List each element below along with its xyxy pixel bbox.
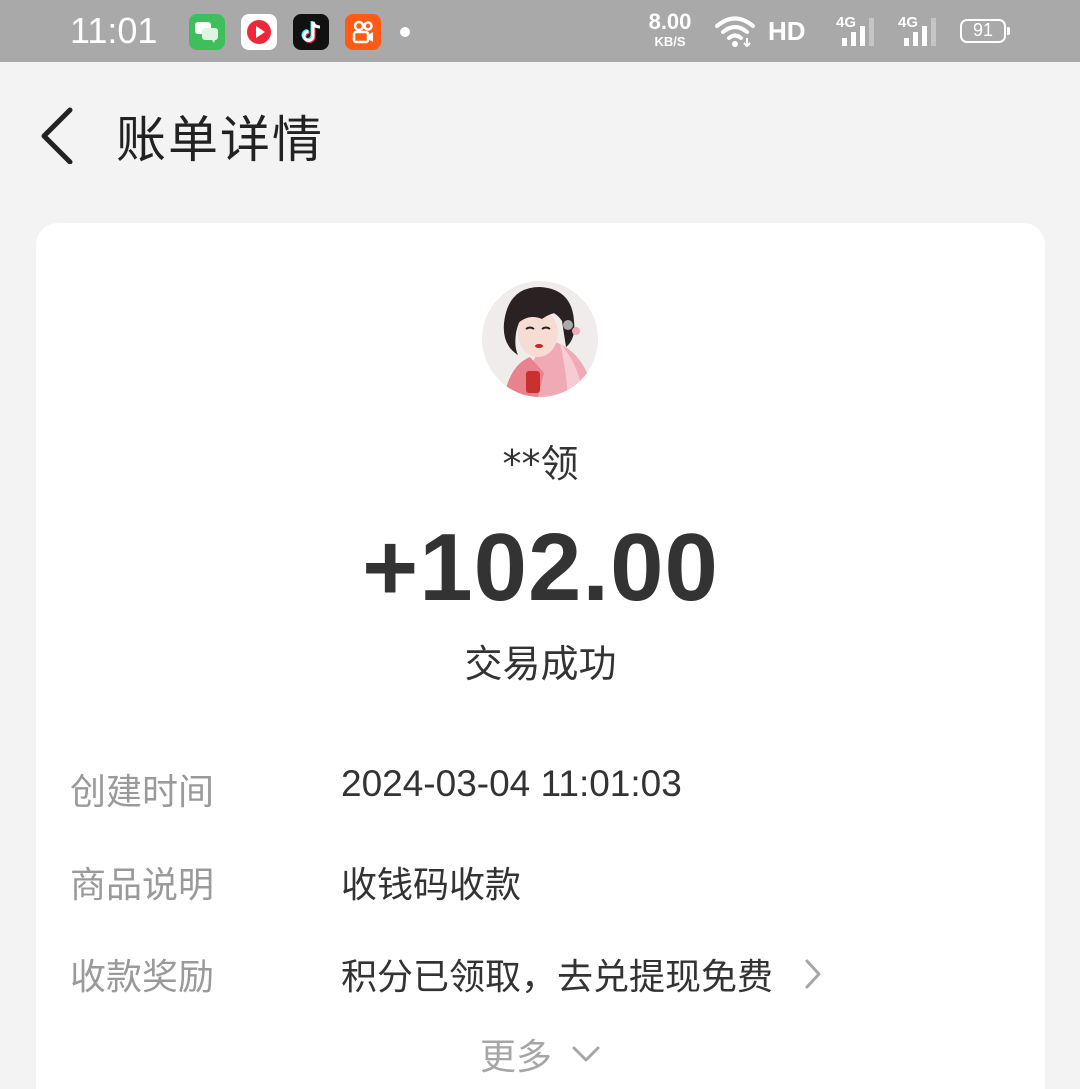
wifi-icon [715,16,755,48]
more-button[interactable]: 更多 [36,1028,1045,1080]
chevron-left-icon [41,107,73,165]
messages-app-icon [189,14,225,50]
bill-detail-card: **领 +102.00 交易成功 创建时间 2024-03-04 11:01:0… [36,223,1045,1089]
back-button[interactable] [32,104,82,165]
detail-row-product-description: 商品说明 收钱码收款 [36,856,1045,916]
page-header: 账单详情 [0,62,1080,202]
kuaishou-app-icon [345,14,381,50]
detail-value: 收钱码收款 [341,865,522,906]
detail-row-payment-reward[interactable]: 收款奖励 积分已领取，去兑提现免费 [36,948,1045,1008]
video-app-icon [241,14,277,50]
reward-link[interactable]: 积分已领取，去兑提现免费 [341,948,773,1000]
network-speed: 8.00 KB/S [648,9,692,49]
detail-label: 创建时间 [70,772,215,813]
payer-name: **领 [502,442,579,486]
battery-indicator: 91 [960,19,1010,43]
chevron-down-icon [572,1046,600,1062]
more-label: 更多 [479,1037,552,1078]
detail-value: 2024-03-04 11:01:03 [341,763,682,804]
tiktok-app-icon [293,14,329,50]
hd-voice-indicator: HD [768,16,806,46]
chevron-right-icon [805,959,821,989]
status-bar: 11:01 8.00 KB/S HD 4G 4G 91 [0,0,1080,62]
detail-label: 商品说明 [70,865,215,906]
notification-dot [400,27,410,37]
avatar [482,281,598,397]
status-time: 11:01 [70,10,158,51]
transaction-status: 交易成功 [464,642,617,686]
detail-row-created-time: 创建时间 2024-03-04 11:01:03 [36,763,1045,823]
page-title: 账单详情 [116,111,324,169]
transaction-amount: +102.00 [362,514,719,621]
detail-label: 收款奖励 [70,957,215,998]
